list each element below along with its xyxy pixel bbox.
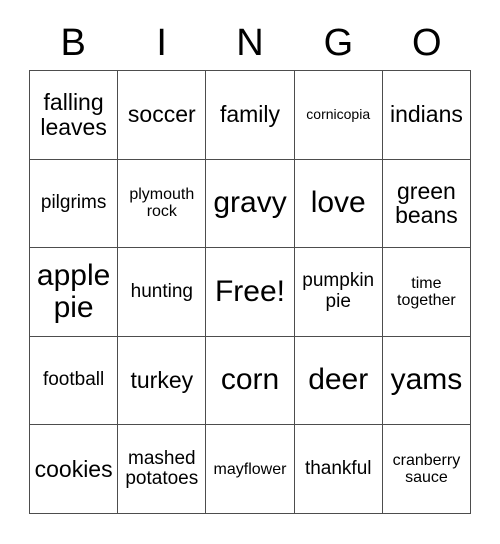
bingo-cell-label: pumpkin pie: [302, 270, 375, 312]
bingo-row: football turkey corn deer yams: [30, 336, 472, 426]
bingo-cell[interactable]: cookies: [30, 425, 119, 514]
bingo-cell-label: corn: [220, 363, 280, 397]
bingo-cell-label: deer: [308, 363, 369, 397]
bingo-card: B I N G O falling leaves soccer family c…: [0, 0, 500, 544]
bingo-cell[interactable]: pilgrims: [30, 159, 119, 249]
bingo-cell-label: football: [42, 369, 105, 391]
header-letter-n: N: [236, 22, 264, 64]
bingo-cell-label: indians: [389, 101, 463, 128]
bingo-row: apple pie hunting Free! pumpkin pie time…: [30, 248, 472, 337]
bingo-cell[interactable]: soccer: [118, 71, 207, 160]
bingo-cell[interactable]: indians: [382, 71, 472, 160]
header-letter-i: I: [156, 22, 167, 64]
bingo-cell[interactable]: hunting: [118, 248, 207, 337]
bingo-cell[interactable]: yams: [382, 336, 472, 426]
bingo-cell-label: cranberry sauce: [392, 451, 461, 487]
bingo-cell[interactable]: falling leaves: [30, 71, 119, 160]
bingo-cell-label: yams: [390, 363, 463, 397]
bingo-cell-label: mayflower: [213, 460, 287, 478]
bingo-cell-label: green beans: [395, 177, 458, 229]
header-letter-o: O: [412, 22, 442, 64]
bingo-cell[interactable]: green beans: [382, 159, 472, 249]
bingo-cell[interactable]: deer: [294, 336, 383, 426]
bingo-cell-label: plymouth rock: [129, 186, 195, 221]
bingo-row: cookies mashed potatoes mayflower thankf…: [30, 425, 472, 514]
bingo-cell[interactable]: football: [30, 336, 119, 426]
bingo-cell[interactable]: corn: [206, 336, 295, 426]
bingo-cell[interactable]: mashed potatoes: [118, 425, 207, 514]
free-space-label: Free!: [214, 274, 286, 308]
bingo-row: pilgrims plymouth rock gravy love green …: [30, 159, 472, 249]
bingo-cell-label: love: [310, 186, 366, 220]
bingo-header: B I N G O: [29, 16, 471, 70]
bingo-cell-label: cookies: [34, 455, 113, 482]
bingo-cell[interactable]: family: [206, 71, 295, 160]
bingo-cell-label: gravy: [213, 186, 287, 220]
bingo-cell[interactable]: cranberry sauce: [382, 425, 472, 514]
bingo-row: falling leaves soccer family cornicopia …: [30, 71, 472, 160]
bingo-cell-label: mashed potatoes: [125, 447, 199, 490]
header-letter-b: B: [60, 22, 86, 64]
bingo-cell-label: apple pie: [36, 258, 111, 324]
bingo-cell[interactable]: cornicopia: [294, 71, 383, 160]
bingo-cell[interactable]: thankful: [294, 425, 383, 514]
bingo-cell-label: thankful: [304, 457, 372, 479]
bingo-cell[interactable]: love: [294, 159, 383, 249]
bingo-cell-label: family: [219, 101, 281, 128]
bingo-cell-label: time together: [397, 274, 456, 309]
bingo-cell-label: turkey: [130, 367, 194, 394]
bingo-cell-label: falling leaves: [40, 88, 107, 140]
bingo-cell[interactable]: apple pie: [30, 248, 119, 337]
bingo-grid: falling leaves soccer family cornicopia …: [29, 70, 472, 514]
bingo-cell[interactable]: mayflower: [206, 425, 295, 514]
bingo-cell[interactable]: time together: [382, 248, 472, 337]
bingo-cell-label: cornicopia: [306, 106, 371, 123]
header-letter-g: G: [323, 22, 354, 64]
bingo-cell[interactable]: gravy: [206, 159, 295, 249]
bingo-cell[interactable]: plymouth rock: [118, 159, 207, 249]
bingo-cell[interactable]: turkey: [118, 336, 207, 426]
bingo-cell[interactable]: pumpkin pie: [294, 248, 383, 337]
bingo-cell-free[interactable]: Free!: [206, 248, 295, 337]
bingo-cell-label: soccer: [127, 101, 196, 128]
bingo-cell-label: hunting: [130, 280, 193, 302]
bingo-cell-label: pilgrims: [40, 192, 107, 214]
